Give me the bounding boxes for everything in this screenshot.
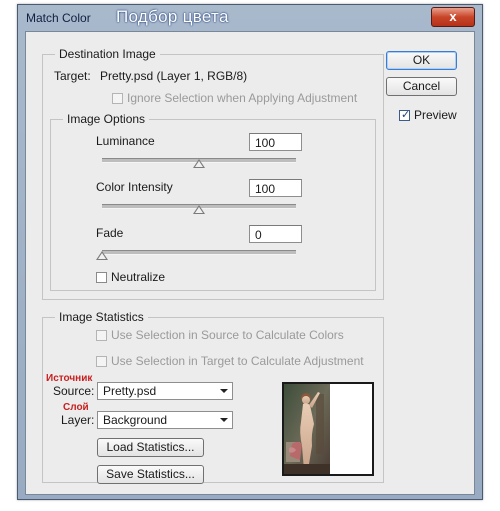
luminance-input[interactable]: 100: [249, 133, 302, 151]
window-title: Match Color: [26, 11, 91, 25]
fade-slider-track[interactable]: [102, 250, 296, 255]
neutralize-checkbox[interactable]: [96, 272, 107, 283]
checkmark-icon: ✓: [401, 109, 411, 121]
layer-dropdown-value: Background: [103, 413, 168, 427]
close-icon: x: [449, 9, 457, 24]
layer-dropdown[interactable]: Background: [97, 411, 233, 429]
neutralize-label: Neutralize: [111, 270, 166, 284]
source-dropdown[interactable]: Pretty.psd: [97, 382, 233, 400]
target-label: Target:: [54, 69, 91, 83]
layer-label: Layer:: [61, 413, 95, 427]
chevron-down-icon: [220, 418, 228, 422]
use-selection-source-label: Use Selection in Source to Calculate Col…: [111, 328, 344, 342]
image-statistics-group-title: Image Statistics: [55, 310, 148, 324]
ignore-selection-checkbox[interactable]: [112, 93, 123, 104]
source-thumbnail: [282, 382, 374, 476]
source-dropdown-value: Pretty.psd: [103, 384, 157, 398]
dialog-body: Destination Image Target: Pretty.psd (La…: [25, 31, 475, 495]
color-intensity-input[interactable]: 100: [249, 179, 302, 197]
source-image-preview: [284, 384, 372, 474]
source-annotation: Источник: [46, 373, 93, 384]
preview-label: Preview: [414, 108, 457, 122]
use-selection-target-label: Use Selection in Target to Calculate Adj…: [111, 354, 364, 368]
use-selection-source-checkbox[interactable]: [96, 330, 107, 341]
fade-input[interactable]: 0: [249, 225, 302, 243]
chevron-down-icon: [220, 389, 228, 393]
destination-group-title: Destination Image: [55, 47, 160, 61]
luminance-slider-thumb[interactable]: [193, 159, 205, 168]
preview-checkbox[interactable]: ✓: [399, 109, 411, 121]
color-intensity-slider-thumb[interactable]: [193, 205, 205, 214]
title-annotation: Подбор цвета: [116, 7, 229, 26]
title-bar[interactable]: Match Color Подбор цвета x: [18, 5, 482, 31]
ignore-selection-label: Ignore Selection when Applying Adjustmen…: [127, 91, 358, 105]
ok-button[interactable]: OK: [386, 51, 457, 70]
cancel-button[interactable]: Cancel: [386, 77, 457, 96]
load-statistics-button[interactable]: Load Statistics...: [97, 438, 204, 457]
save-statistics-button[interactable]: Save Statistics...: [97, 465, 204, 484]
close-button[interactable]: x: [431, 7, 475, 27]
target-value: Pretty.psd (Layer 1, RGB/8): [100, 69, 248, 83]
source-label: Source:: [53, 384, 95, 398]
luminance-label: Luminance: [96, 134, 155, 148]
image-options-group-title: Image Options: [63, 112, 150, 126]
layer-annotation: Слой: [63, 402, 89, 413]
color-intensity-label: Color Intensity: [96, 180, 173, 194]
use-selection-target-checkbox[interactable]: [96, 356, 107, 367]
fade-slider-thumb[interactable]: [96, 251, 108, 260]
fade-label: Fade: [96, 226, 124, 240]
match-color-window: Match Color Подбор цвета x Destination I…: [17, 4, 483, 500]
